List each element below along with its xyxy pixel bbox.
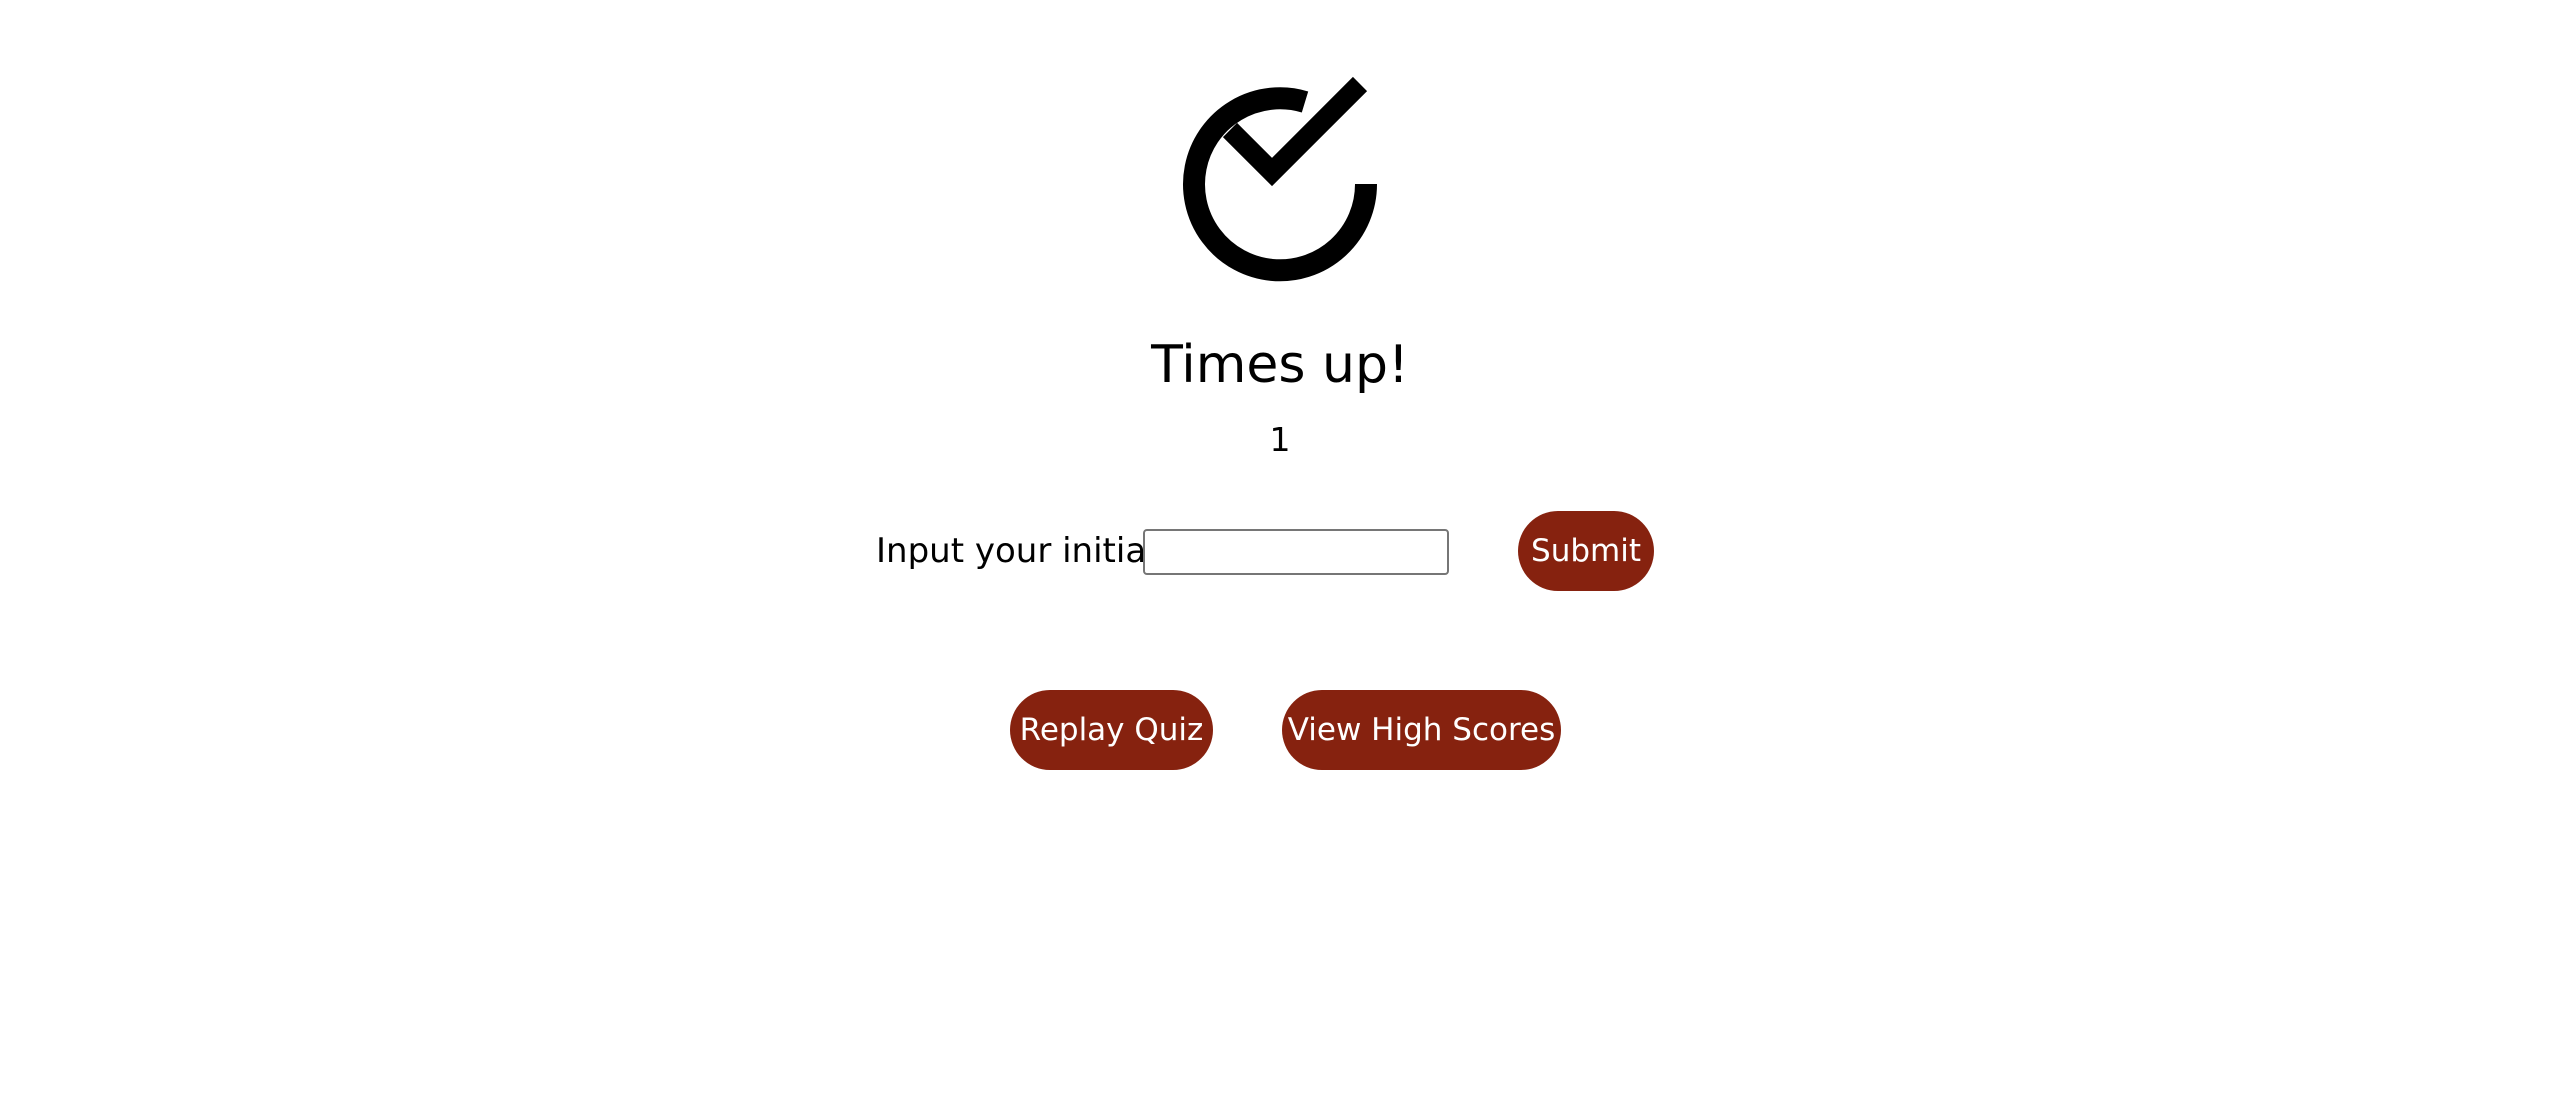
initials-label: Input your initials bbox=[876, 531, 1174, 571]
replay-quiz-button[interactable]: Replay Quiz bbox=[1010, 690, 1213, 770]
initials-form: Input your initials Submit bbox=[0, 510, 2560, 592]
view-high-scores-button[interactable]: View High Scores bbox=[1282, 690, 1561, 770]
submit-button[interactable]: Submit bbox=[1518, 511, 1654, 591]
quiz-end-screen: Times up! 1 Input your initials Submit R… bbox=[0, 0, 2560, 1110]
result-title: Times up! bbox=[1151, 335, 1409, 395]
final-score: 1 bbox=[1269, 420, 1291, 459]
initials-input[interactable] bbox=[1143, 529, 1449, 575]
check-circle-icon bbox=[1183, 76, 1378, 282]
